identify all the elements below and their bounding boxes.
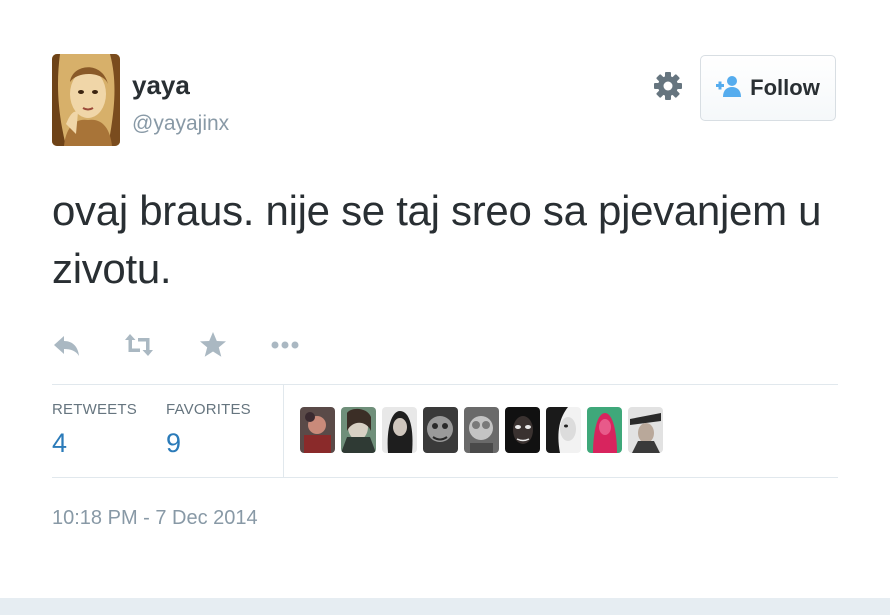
favoriter-avatar[interactable] bbox=[628, 407, 663, 453]
favorites-stat[interactable]: FAVORITES 9 bbox=[166, 401, 251, 459]
more-icon[interactable] bbox=[270, 330, 300, 360]
retweets-count: 4 bbox=[52, 428, 68, 458]
favoriter-avatar[interactable] bbox=[505, 407, 540, 453]
user-handle[interactable]: @yayajinx bbox=[132, 112, 229, 136]
retweets-label: RETWEETS bbox=[52, 401, 137, 418]
tweet-text: ovaj braus. nije se taj sreo sa pjevanje… bbox=[52, 187, 822, 292]
avatar[interactable] bbox=[52, 54, 120, 146]
reply-icon[interactable] bbox=[52, 330, 82, 360]
favoriters-list bbox=[300, 407, 663, 453]
favorites-label: FAVORITES bbox=[166, 401, 251, 418]
favoriter-avatar[interactable] bbox=[464, 407, 499, 453]
favorites-count: 9 bbox=[166, 428, 182, 458]
gear-icon[interactable] bbox=[652, 70, 684, 102]
favoriter-avatar[interactable] bbox=[423, 407, 458, 453]
bottom-bar bbox=[0, 598, 890, 615]
favoriter-avatar[interactable] bbox=[341, 407, 376, 453]
user-name[interactable]: yaya bbox=[132, 70, 190, 101]
favoriter-avatar[interactable] bbox=[546, 407, 581, 453]
add-user-icon bbox=[716, 75, 742, 102]
stats-divider bbox=[283, 385, 284, 477]
tweet-stats: RETWEETS 4 FAVORITES 9 bbox=[52, 384, 838, 478]
tweet-card: yaya @yayajinx Follow ovaj braus. nije s… bbox=[0, 0, 890, 598]
follow-label: Follow bbox=[750, 75, 820, 100]
favoriter-avatar[interactable] bbox=[587, 407, 622, 453]
retweets-stat[interactable]: RETWEETS 4 bbox=[52, 401, 137, 459]
tweet-timestamp[interactable]: 10:18 PM - 7 Dec 2014 bbox=[52, 507, 258, 530]
favoriter-avatar[interactable] bbox=[382, 407, 417, 453]
favoriter-avatar[interactable] bbox=[300, 407, 335, 453]
follow-button[interactable]: Follow bbox=[700, 55, 836, 121]
retweet-icon[interactable] bbox=[124, 330, 154, 360]
tweet-actions bbox=[52, 330, 299, 360]
star-icon[interactable] bbox=[198, 330, 228, 360]
